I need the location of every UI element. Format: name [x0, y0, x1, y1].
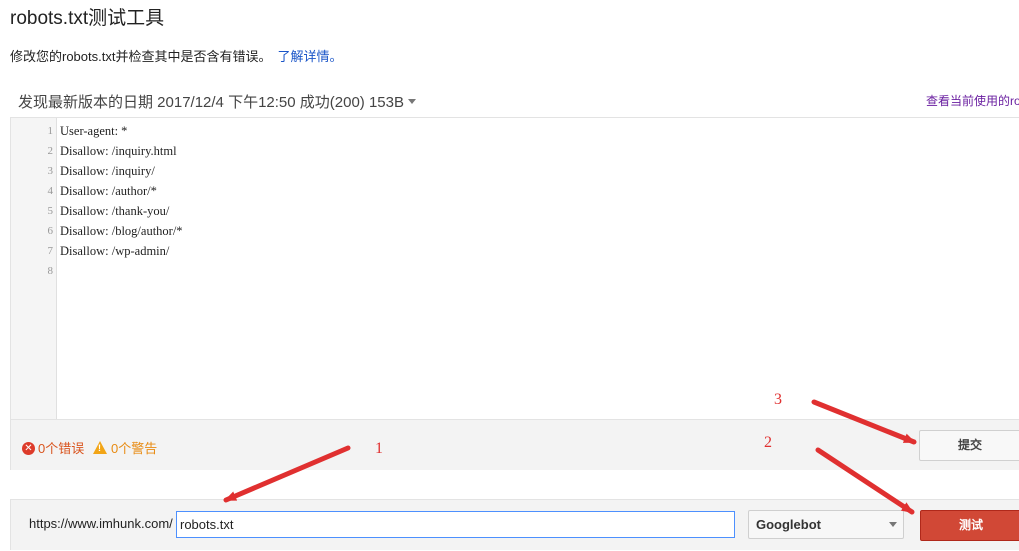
- warning-count-label: 0个警告: [111, 441, 158, 456]
- line-number: 7: [47, 245, 54, 257]
- code-line: User-agent: *: [60, 124, 128, 138]
- code-line: Disallow: /inquiry.html: [60, 144, 177, 158]
- robots-editor[interactable]: 1 2 3 4 5 6 7 8 User-agent: * Disallow: …: [10, 117, 1019, 419]
- annotation-label-3: 3: [774, 391, 782, 408]
- dropdown-arrow-icon: [889, 522, 897, 527]
- x-circle-icon: ✕: [22, 442, 35, 456]
- annotation-label-2: 2: [764, 434, 772, 451]
- line-number: 3: [47, 165, 54, 177]
- line-number: 4: [47, 185, 54, 197]
- validation-status-bar: ✕ 0个错误 ! 0个警告 提交: [10, 419, 1019, 470]
- user-agent-select[interactable]: Googlebot: [748, 510, 904, 539]
- line-number: 2: [47, 145, 54, 157]
- test-url-input[interactable]: [176, 511, 735, 538]
- code-line: Disallow: /blog/author/*: [60, 224, 183, 238]
- line-number: 5: [47, 205, 54, 217]
- warning-triangle-icon: !: [93, 441, 107, 455]
- url-test-bar: https://www.imhunk.com/ Googlebot 测试: [10, 499, 1019, 550]
- warning-count: ! 0个警告: [93, 438, 157, 457]
- learn-more-link[interactable]: 了解详情。: [277, 49, 342, 64]
- code-line: Disallow: /wp-admin/: [60, 244, 170, 258]
- view-live-robots-link[interactable]: 查看当前使用的robots.txt: [926, 92, 1019, 109]
- code-line: Disallow: /thank-you/: [60, 204, 170, 218]
- code-line: Disallow: /inquiry/: [60, 164, 155, 178]
- page-description: 修改您的robots.txt并检查其中是否含有错误。 了解详情。: [10, 46, 342, 65]
- page-title: robots.txt测试工具: [10, 8, 165, 29]
- code-line: Disallow: /author/*: [60, 184, 157, 198]
- line-number: 8: [47, 265, 54, 277]
- user-agent-value: Googlebot: [756, 517, 821, 532]
- line-number: 6: [47, 225, 54, 237]
- version-label: 发现最新版本的日期 2017/12/4 下午12:50 成功(200) 153B: [18, 94, 404, 111]
- version-dropdown[interactable]: 发现最新版本的日期 2017/12/4 下午12:50 成功(200) 153B: [18, 91, 416, 112]
- test-button[interactable]: 测试: [920, 510, 1019, 541]
- description-text: 修改您的robots.txt并检查其中是否含有错误。: [10, 49, 272, 64]
- error-count: ✕ 0个错误: [22, 438, 84, 457]
- url-prefix: https://www.imhunk.com/: [29, 516, 173, 531]
- error-count-label: 0个错误: [38, 441, 85, 456]
- submit-button[interactable]: 提交: [919, 430, 1019, 461]
- line-number: 1: [47, 125, 54, 137]
- annotation-label-1: 1: [375, 440, 383, 457]
- line-number-gutter: 1 2 3 4 5 6 7 8: [11, 118, 57, 419]
- chevron-down-icon: [408, 98, 416, 104]
